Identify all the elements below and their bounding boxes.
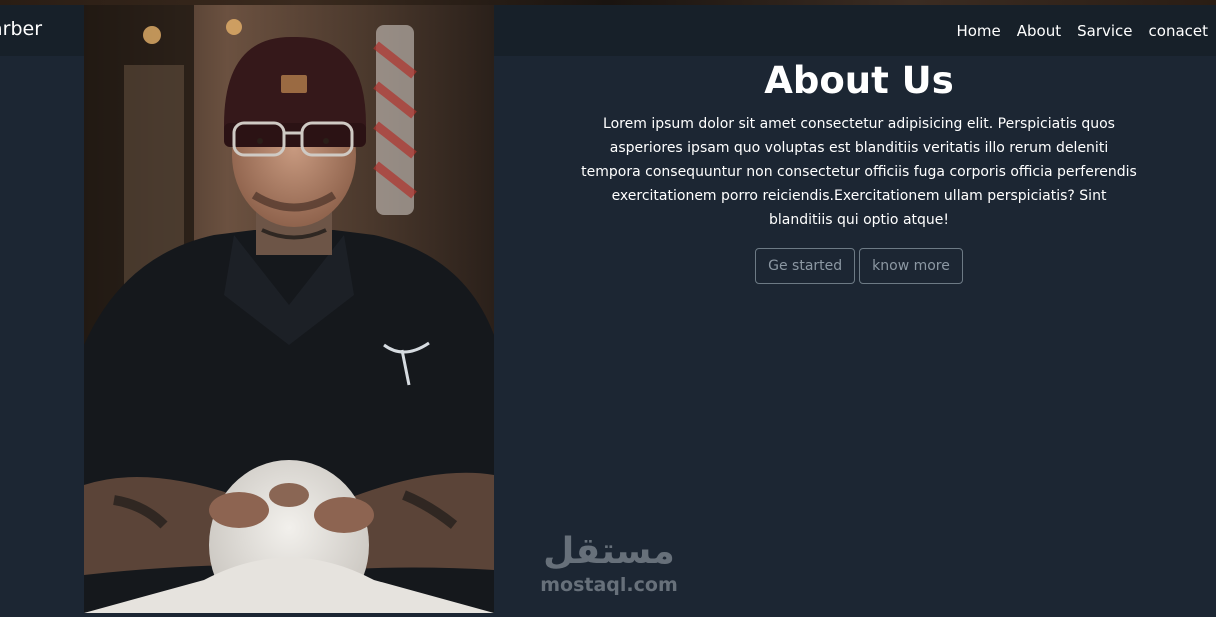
about-section: About Us Lorem ipsum dolor sit amet cons… [580,56,1138,284]
watermark-arabic-text: مستقل [543,531,675,572]
brand-logo[interactable]: arber [0,5,42,56]
nav-link-service[interactable]: Sarvice [1077,22,1132,40]
mostaql-watermark: مستقل mostaql.com [534,530,684,605]
nav-links: Home About Sarvice conacet [956,5,1208,56]
get-started-button[interactable]: Ge started [755,248,856,284]
nav-link-contact[interactable]: conacet [1149,22,1208,40]
about-paragraph: Lorem ipsum dolor sit amet consectetur a… [581,116,1137,228]
nav-link-home[interactable]: Home [956,22,1000,40]
about-title: About Us [764,59,954,102]
nav-link-about[interactable]: About [1017,22,1061,40]
page: arber Home About Sarvice conacet [0,0,1216,617]
barber-photo [84,5,494,613]
button-row: Ge started know more [580,248,1138,284]
know-more-button[interactable]: know more [859,248,963,284]
barber-portrait-icon [84,5,494,613]
watermark-latin-text: mostaql.com [540,574,678,596]
